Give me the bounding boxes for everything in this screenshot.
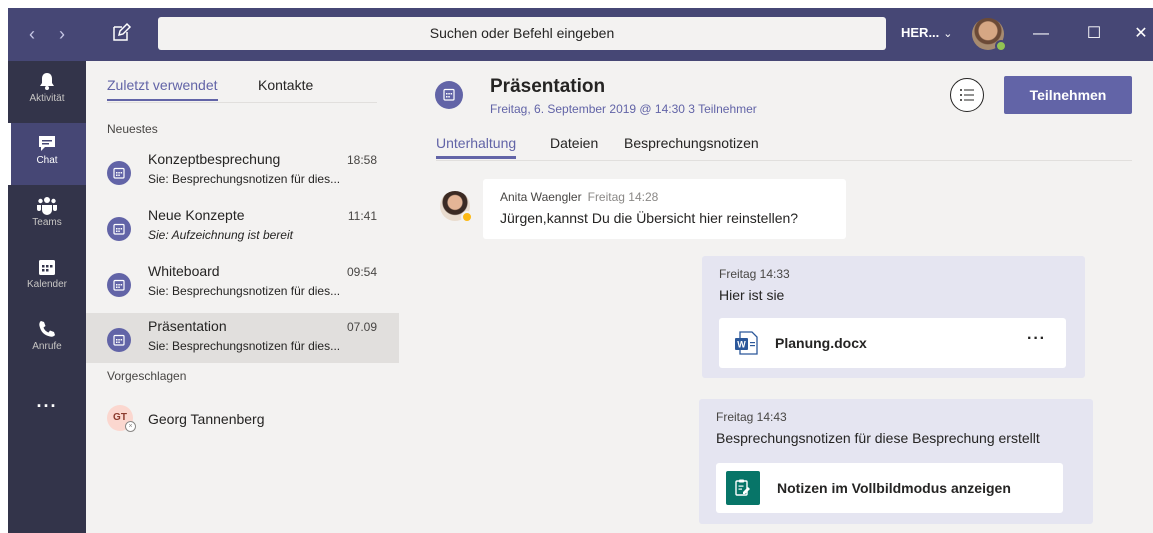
meeting-icon: [107, 217, 131, 241]
message-outgoing[interactable]: Freitag 14:33 Hier ist sie W Planung.doc…: [702, 256, 1085, 378]
message-time: Freitag 14:28: [587, 190, 659, 204]
message-time: Freitag 14:43: [716, 410, 787, 424]
rail-item-calendar[interactable]: Kalender: [8, 247, 86, 309]
section-suggested-label: Vorgeschlagen: [107, 369, 187, 383]
notes-card-label: Notizen im Vollbildmodus anzeigen: [777, 480, 1011, 496]
file-attachment-card[interactable]: W Planung.docx ···: [719, 318, 1066, 368]
presence-away-icon: [461, 211, 473, 223]
chat-preview: Sie: Besprechungsnotizen für dies...: [148, 284, 341, 298]
notes-icon: [726, 471, 760, 505]
message-header: Anita Waengler Freitag 14:28: [500, 190, 658, 204]
contact-name: Georg Tannenberg: [148, 411, 265, 427]
chat-title: Präsentation: [148, 318, 227, 334]
chat-preview: Sie: Besprechungsnotizen für dies...: [148, 339, 341, 353]
chat-list-item[interactable]: Neue Konzepte 11:41 Sie: Aufzeichnung is…: [86, 202, 399, 252]
more-apps-button[interactable]: ...: [8, 391, 86, 412]
chat-title: Neue Konzepte: [148, 207, 245, 223]
sender-avatar[interactable]: [440, 191, 473, 223]
rail-label: Anrufe: [32, 341, 62, 352]
chevron-down-icon: ⌄: [943, 28, 953, 40]
bell-icon: [40, 73, 54, 90]
message-incoming[interactable]: Anita Waengler Freitag 14:28 Jürgen,kanns…: [483, 179, 846, 239]
chat-time: 11:41: [347, 209, 377, 223]
chat-list-item-selected[interactable]: Präsentation 07.09 Sie: Besprechungsnoti…: [86, 313, 399, 363]
tab-recent[interactable]: Zuletzt verwendet: [107, 77, 218, 101]
list-tabs: Zuletzt verwendet Kontakte: [107, 77, 377, 103]
message-text: Besprechungsnotizen für diese Besprechun…: [716, 430, 1040, 446]
chat-time: 18:58: [346, 153, 377, 167]
window-edge: [0, 0, 8, 533]
chat-list-pane: Zuletzt verwendet Kontakte Neuestes Konz…: [86, 61, 399, 533]
meeting-icon: [435, 81, 463, 109]
list-icon: [960, 89, 974, 101]
chat-preview: Sie: Besprechungsnotizen für dies...: [148, 172, 341, 186]
join-button[interactable]: Teilnehmen: [1004, 76, 1132, 114]
rail-item-calls[interactable]: Anrufe: [8, 309, 86, 371]
word-file-icon: W: [735, 331, 758, 355]
message-text: Jürgen,kannst Du die Übersicht hier rein…: [500, 210, 799, 226]
chat-time: 07.09: [346, 320, 377, 334]
message-outgoing[interactable]: Freitag 14:43 Besprechungsnotizen für di…: [699, 399, 1093, 524]
phone-icon: [39, 321, 55, 337]
chat-title: Whiteboard: [148, 263, 220, 279]
minimize-button[interactable]: —: [1026, 20, 1056, 48]
participants-list-button[interactable]: [950, 78, 984, 112]
conversation-tabs: Unterhaltung Dateien Besprechungsnotizen: [436, 135, 1132, 161]
sender-name: Anita Waengler: [500, 190, 582, 204]
svg-text:W: W: [737, 340, 746, 350]
chat-preview: Sie: Aufzeichnung ist bereit: [148, 228, 293, 242]
tenant-name: HER...: [901, 25, 940, 40]
compose-icon[interactable]: [110, 22, 132, 44]
close-button[interactable]: ✕: [1126, 20, 1153, 48]
teams-icon: [37, 197, 57, 215]
section-recent-label: Neuestes: [107, 122, 158, 136]
message-time: Freitag 14:33: [719, 267, 790, 281]
tenant-switcher[interactable]: HER... ⌄: [901, 25, 953, 40]
presence-offline-icon: ×: [125, 421, 136, 432]
search-input[interactable]: Suchen oder Befehl eingeben: [158, 17, 886, 50]
rail-label: Kalender: [26, 279, 68, 290]
meeting-icon: [107, 273, 131, 297]
forward-arrow-icon[interactable]: ›: [52, 23, 72, 45]
more-options-button[interactable]: ···: [1027, 330, 1046, 348]
rail-item-teams[interactable]: Teams: [8, 185, 86, 247]
title-bar: ‹ › Suchen oder Befehl eingeben HER... ⌄ …: [8, 8, 1153, 61]
conversation-pane: Präsentation Freitag, 6. September 2019 …: [399, 61, 1153, 533]
rail-item-chat[interactable]: Chat: [8, 123, 86, 185]
meeting-icon: [107, 161, 131, 185]
message-text: Hier ist sie: [719, 287, 785, 303]
conversation-title: Präsentation: [490, 76, 606, 97]
rail-label: Chat: [36, 155, 58, 166]
chat-list-item[interactable]: Whiteboard 09:54 Sie: Besprechungsnotize…: [86, 258, 399, 308]
back-arrow-icon[interactable]: ‹: [22, 23, 42, 45]
rail-item-activity[interactable]: Aktivität: [8, 61, 86, 123]
meeting-notes-card[interactable]: Notizen im Vollbildmodus anzeigen: [716, 463, 1063, 513]
maximize-button[interactable]: ☐: [1079, 20, 1109, 48]
tab-files[interactable]: Dateien: [550, 135, 598, 151]
meeting-details-link[interactable]: Freitag, 6. September 2019 @ 14:30 3 Tei…: [490, 102, 757, 116]
tab-conversation[interactable]: Unterhaltung: [436, 135, 517, 159]
suggested-contact[interactable]: GT × Georg Tannenberg: [86, 394, 399, 444]
app-rail: Aktivität Chat Teams Kalender Anrufe ...: [8, 61, 86, 533]
file-name: Planung.docx: [775, 335, 867, 351]
chat-time: 09:54: [346, 265, 377, 279]
tab-contacts[interactable]: Kontakte: [258, 77, 313, 93]
chat-title: Konzeptbesprechung: [148, 151, 281, 167]
tab-meeting-notes[interactable]: Besprechungsnotizen: [624, 135, 759, 151]
chat-icon: [39, 136, 55, 151]
calendar-icon: [39, 260, 55, 275]
chat-list-item[interactable]: Konzeptbesprechung 18:58 Sie: Besprechun…: [86, 146, 399, 196]
meeting-icon: [107, 328, 131, 352]
rail-label: Teams: [32, 217, 62, 228]
user-avatar[interactable]: [972, 18, 1007, 52]
presence-available-icon: [995, 40, 1007, 52]
rail-label: Aktivität: [29, 93, 65, 104]
